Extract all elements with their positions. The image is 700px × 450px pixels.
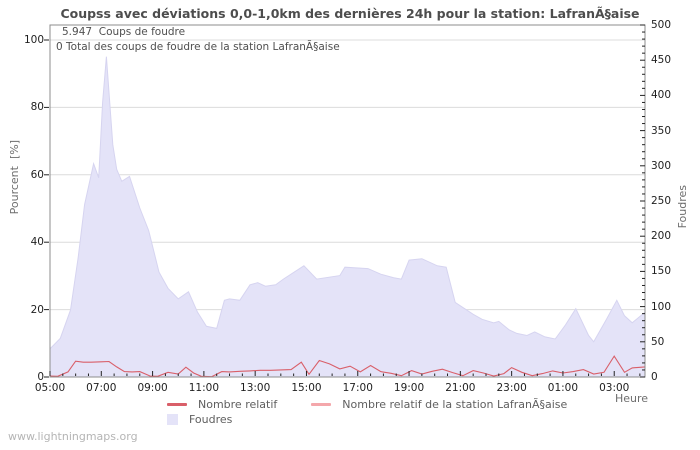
y-left-tick-label: 20	[30, 303, 44, 316]
annotation-station-strikes: 0 Total des coups de foudre de la statio…	[56, 41, 340, 53]
legend-label-station: Nombre relatif de la station LafranÃ§ais…	[342, 398, 568, 411]
y-right-tick-label: 0	[651, 371, 658, 383]
legend-item-station: Nombre relatif de la station LafranÃ§ais…	[311, 398, 567, 411]
legend-swatch-line-icon	[311, 403, 332, 406]
legend-item-nombre-relatif: Nombre relatif	[167, 398, 277, 411]
y-right-tick-label: 450	[651, 54, 672, 67]
y-left-tick-label: 40	[30, 236, 44, 249]
y-right-tick-label: 500	[651, 19, 672, 31]
x-tick-label: 07:00	[86, 382, 117, 394]
annotation-total-strikes: 5.947 Coups de foudre	[62, 26, 186, 38]
y-right-tick-label: 350	[651, 124, 672, 137]
y-left-tick-label: 80	[30, 101, 44, 114]
y-right-tick-label: 50	[651, 335, 665, 348]
chart-page: Coupss avec déviations 0,0-1,0km des der…	[0, 0, 700, 450]
legend-item-foudres: Foudres	[167, 413, 232, 426]
y-right-tick-label: 250	[651, 195, 672, 207]
x-tick-label: 01:00	[547, 382, 579, 394]
y-right-tick-label: 100	[651, 300, 672, 313]
legend-label-nombre-relatif: Nombre relatif	[198, 398, 278, 411]
legend-label-foudres: Foudres	[189, 413, 233, 426]
y-right-tick-label: 150	[651, 265, 672, 278]
x-tick-label: 19:00	[393, 382, 425, 394]
x-tick-label: 17:00	[342, 382, 373, 394]
x-tick-label: 13:00	[240, 382, 271, 394]
legend: Nombre relatif Nombre relatif de la stat…	[167, 398, 567, 426]
x-tick-label: 09:00	[137, 382, 168, 394]
legend-swatch-area-icon	[167, 414, 178, 425]
legend-swatch-line-icon	[167, 403, 187, 406]
y-right-tick-label: 200	[651, 230, 672, 243]
x-tick-label: 11:00	[188, 382, 219, 394]
x-tick-label: 21:00	[445, 382, 476, 394]
x-tick-label: 03:00	[599, 382, 630, 394]
y-left-tick-label: 60	[30, 168, 44, 181]
y-right-tick-label: 400	[651, 89, 672, 102]
x-tick-label: 15:00	[291, 382, 322, 394]
watermark: www.lightningmaps.org	[8, 430, 138, 443]
y-left-tick-label: 100	[23, 34, 44, 46]
x-tick-label: 05:00	[34, 382, 66, 394]
y-right-tick-label: 300	[651, 159, 672, 172]
x-tick-label: 23:00	[496, 382, 527, 394]
